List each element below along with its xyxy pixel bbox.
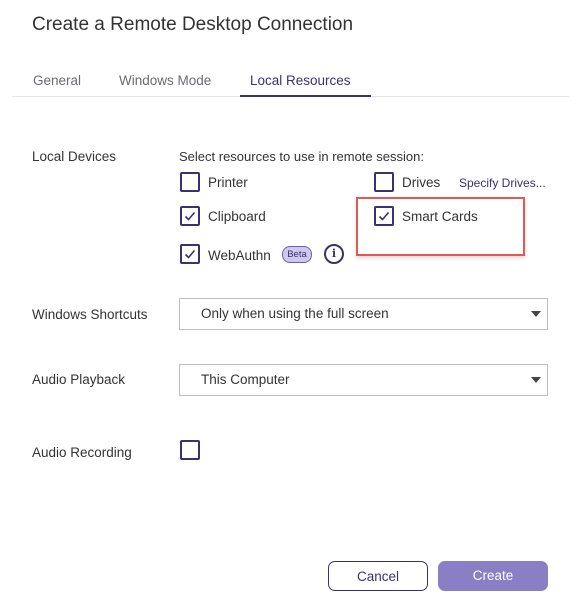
local-devices-hint: Select resources to use in remote sessio… (179, 149, 424, 164)
tab-local-resources[interactable]: Local Resources (250, 73, 351, 88)
dialog-title: Create a Remote Desktop Connection (32, 14, 354, 35)
audio-playback-label: Audio Playback (32, 372, 126, 387)
audio-recording-checkbox[interactable] (180, 440, 200, 460)
chevron-down-icon (531, 311, 541, 317)
windows-shortcuts-label: Windows Shortcuts (32, 307, 148, 322)
webauthn-checkbox[interactable] (180, 244, 200, 264)
local-devices-label: Local Devices (32, 149, 117, 164)
windows-shortcuts-value: Only when using the full screen (201, 306, 389, 321)
audio-playback-value: This Computer (201, 372, 290, 387)
tab-bar: General Windows Mode Local Resources (12, 68, 569, 97)
webauthn-label: WebAuthn (208, 248, 271, 263)
clipboard-checkbox[interactable] (180, 206, 200, 226)
info-icon[interactable]: i (324, 244, 344, 264)
beta-badge: Beta (282, 246, 312, 263)
checkmark-icon (184, 249, 196, 259)
windows-shortcuts-select[interactable]: Only when using the full screen (179, 298, 548, 330)
clipboard-label: Clipboard (208, 209, 266, 224)
create-button[interactable]: Create (438, 561, 548, 591)
chevron-down-icon (531, 377, 541, 383)
drives-checkbox[interactable] (374, 172, 394, 192)
printer-label: Printer (208, 175, 248, 190)
checkmark-icon (378, 211, 390, 221)
drives-label: Drives (402, 175, 441, 190)
audio-recording-label: Audio Recording (32, 445, 132, 460)
audio-playback-select[interactable]: This Computer (179, 364, 548, 396)
tab-windows-mode[interactable]: Windows Mode (119, 73, 211, 88)
active-tab-indicator (240, 95, 371, 97)
smart-cards-label: Smart Cards (402, 209, 478, 224)
specify-drives-link[interactable]: Specify Drives... (459, 176, 546, 190)
smart-cards-checkbox[interactable] (374, 206, 394, 226)
checkmark-icon (184, 211, 196, 221)
tab-general[interactable]: General (33, 73, 81, 88)
printer-checkbox[interactable] (180, 172, 200, 192)
cancel-button[interactable]: Cancel (328, 561, 428, 591)
